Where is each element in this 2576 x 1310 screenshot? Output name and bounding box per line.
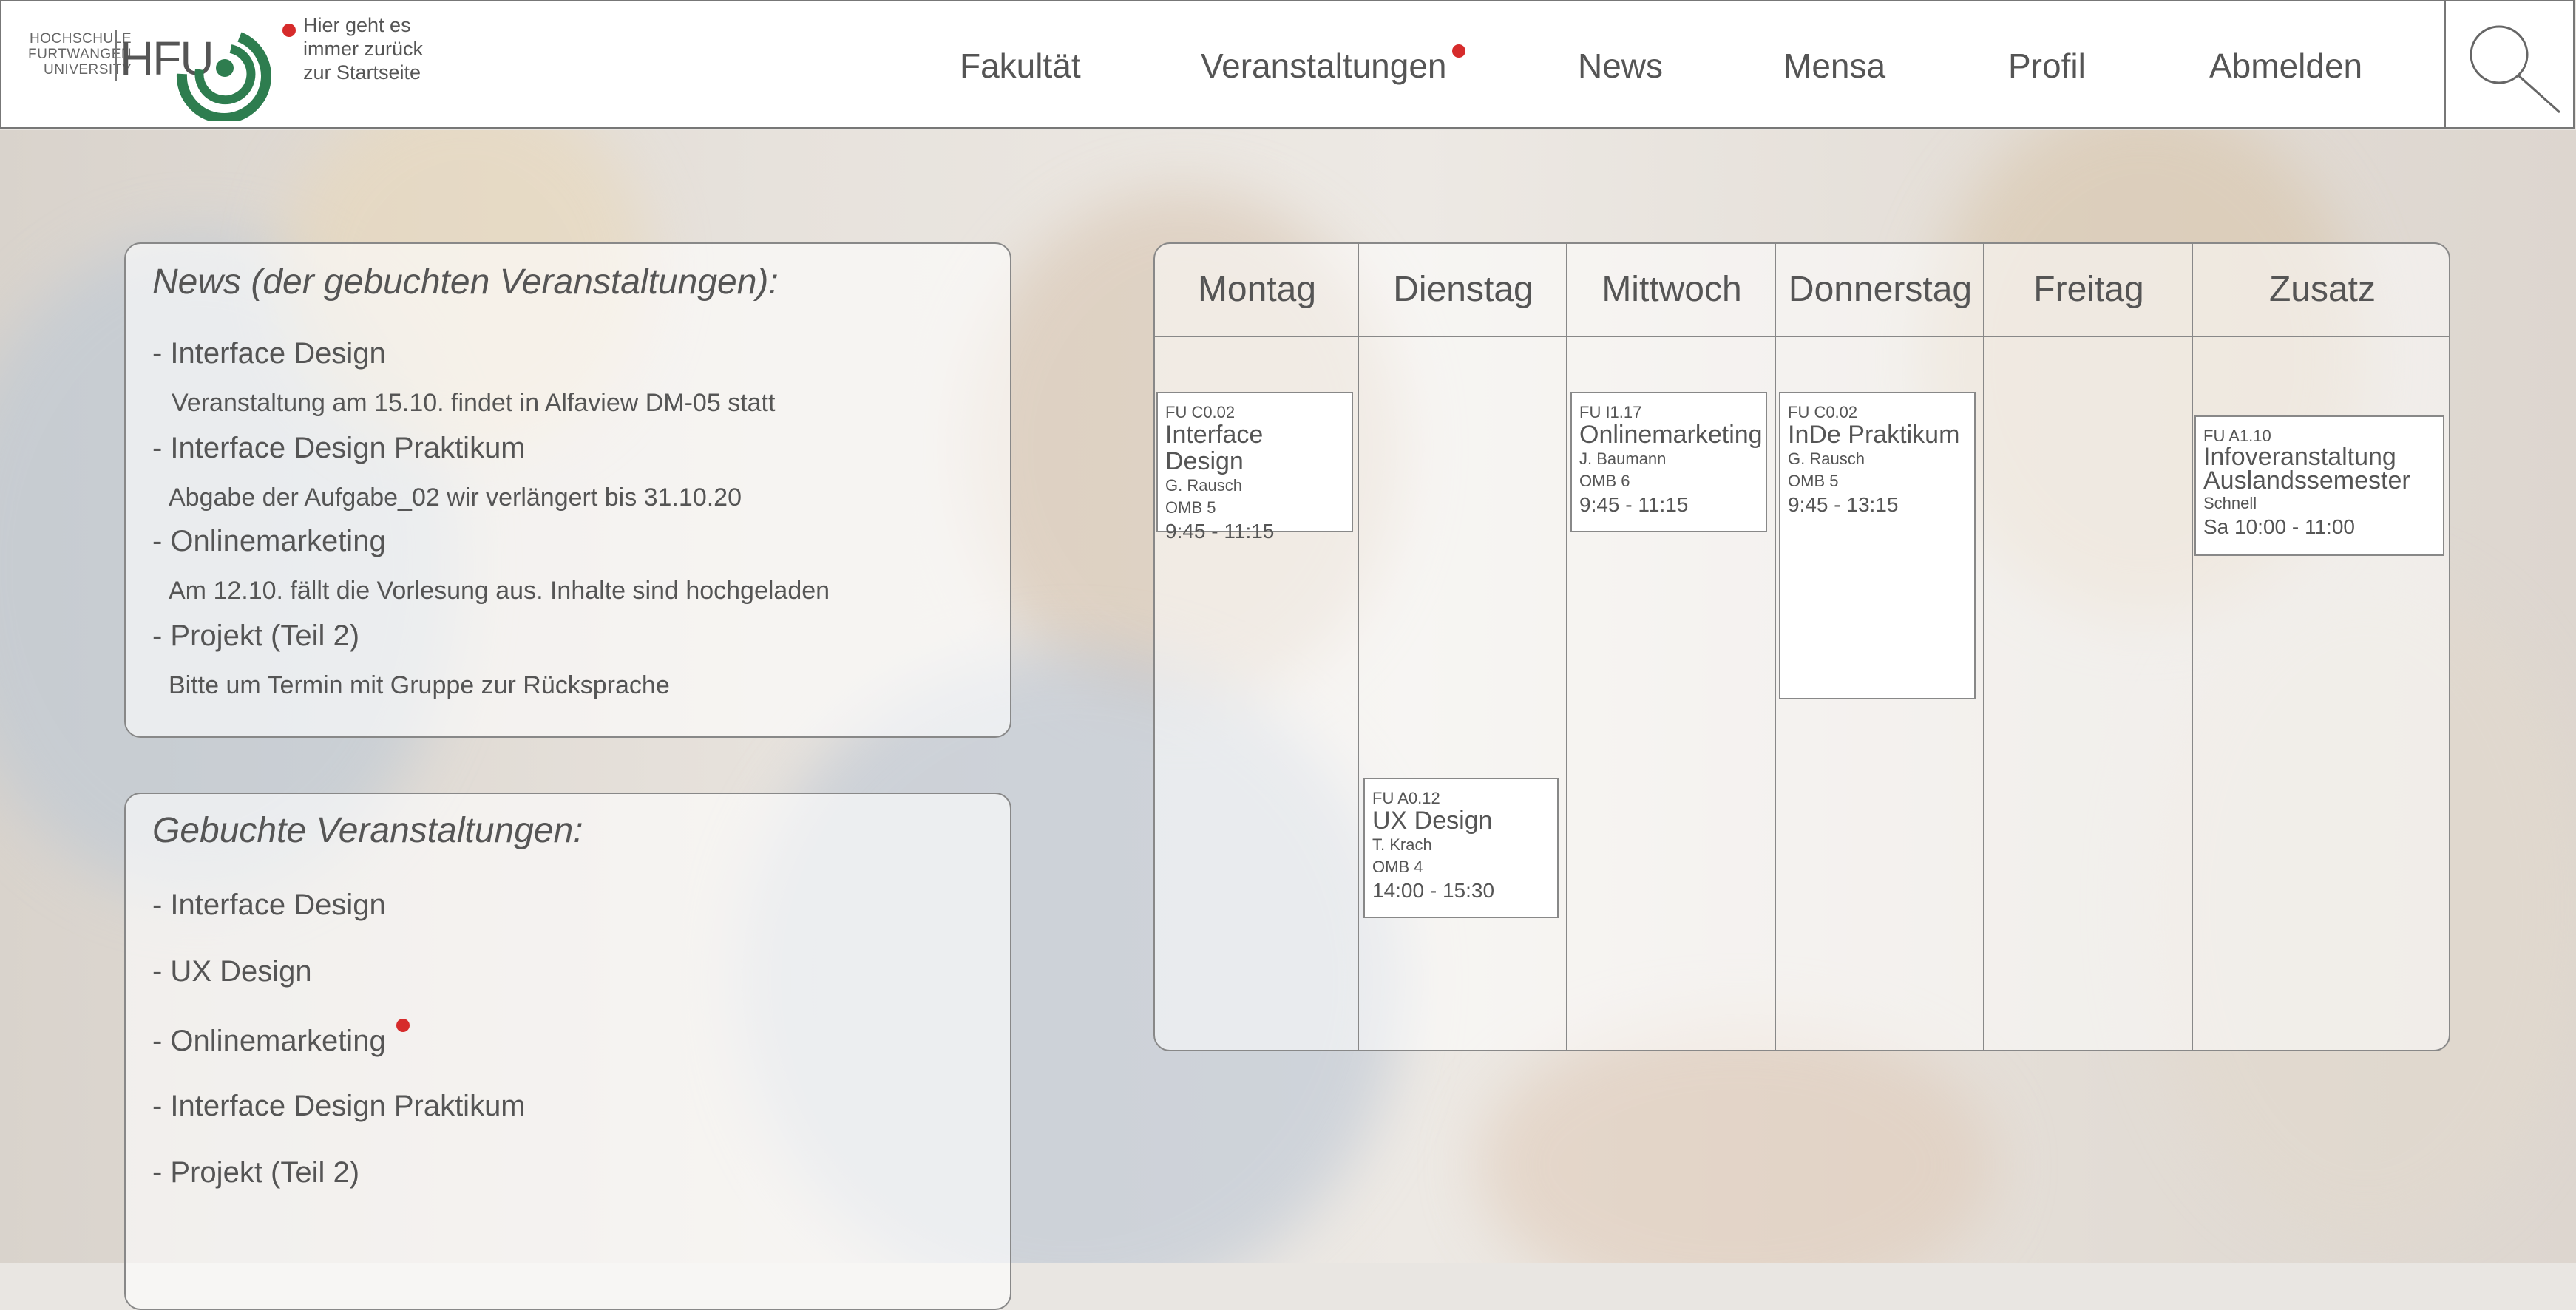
booked-title: Gebuchte Veranstaltungen: <box>152 811 583 850</box>
news-title: News (der gebuchten Veranstaltungen): <box>152 262 779 302</box>
event-time: 14:00 - 15:30 <box>1372 879 1495 902</box>
day-header-donnerstag: Donnerstag <box>1788 270 1973 309</box>
event-lecturer: G. Rausch <box>1788 449 1865 468</box>
nav-fakultaet[interactable]: Fakultät <box>960 46 1081 86</box>
column-divider <box>2192 244 2193 1050</box>
event-title: Interface Design <box>1165 421 1264 475</box>
magnifier-icon <box>2470 25 2560 114</box>
notification-dot <box>396 1019 410 1032</box>
nav-profil[interactable]: Profil <box>2008 46 2086 86</box>
event-lecturer: Schnell <box>2203 494 2257 512</box>
event-lecturer: G. Rausch <box>1165 476 1242 495</box>
logo-swirl-icon <box>176 32 271 121</box>
day-header-montag: Montag <box>1197 270 1317 309</box>
news-panel: News (der gebuchten Veranstaltungen): - … <box>124 242 1011 738</box>
day-header-zusatz: Zusatz <box>2268 270 2376 309</box>
top-navigation-bar: HOCHSCHULE FURTWANGEN UNIVERSITY HFU Hie… <box>0 0 2575 129</box>
event-card[interactable]: FU A0.12 UX Design T. Krach OMB 4 14:00 … <box>1363 778 1559 918</box>
nav-veranstaltungen[interactable]: Veranstaltungen <box>1201 46 1447 86</box>
event-room: FU I1.17 <box>1579 403 1642 421</box>
event-room: FU A0.12 <box>1372 789 1440 807</box>
event-time: 9:45 - 11:15 <box>1165 520 1275 543</box>
day-header-mittwoch: Mittwoch <box>1601 270 1742 309</box>
event-card[interactable]: FU C0.02 InDe Praktikum G. Rausch OMB 5 … <box>1779 392 1976 699</box>
event-title: Onlinemarketing <box>1579 421 1763 449</box>
event-lecturer: J. Baumann <box>1579 449 1667 468</box>
booked-item[interactable]: - UX Design <box>152 955 312 988</box>
event-room: FU C0.02 <box>1788 403 1858 421</box>
event-location: OMB 4 <box>1372 858 1423 876</box>
nav-abmelden[interactable]: Abmelden <box>2209 46 2362 86</box>
event-title: UX Design <box>1372 807 1493 835</box>
booked-courses-panel: Gebuchte Veranstaltungen: - Interface De… <box>124 793 1011 1310</box>
weekly-schedule: Montag Dienstag Mittwoch Donnerstag Frei… <box>1153 242 2450 1051</box>
event-lecturer: T. Krach <box>1372 835 1432 854</box>
notification-dot <box>282 24 296 37</box>
column-divider <box>1775 244 1776 1050</box>
event-location: OMB 5 <box>1788 472 1839 490</box>
nav-news[interactable]: News <box>1578 46 1663 86</box>
booked-item[interactable]: - Interface Design <box>152 889 386 922</box>
event-card[interactable]: FU A1.10 Infoveranstaltung Auslandssemes… <box>2194 415 2444 556</box>
hfu-logo[interactable]: HOCHSCHULE FURTWANGEN UNIVERSITY HFU <box>24 18 297 121</box>
news-item-detail: Abgabe der Aufgabe_02 wir verlängert bis… <box>169 483 742 512</box>
nav-mensa[interactable]: Mensa <box>1783 46 1885 86</box>
event-location: OMB 6 <box>1579 472 1630 490</box>
news-item-label[interactable]: - Interface Design <box>152 337 386 370</box>
news-item-label[interactable]: - Interface Design Praktikum <box>152 432 526 465</box>
event-room: FU C0.02 <box>1165 403 1236 421</box>
booked-item[interactable]: - Interface Design Praktikum <box>152 1090 526 1123</box>
home-hint: Hier geht es immer zurück zur Startseite <box>303 14 424 84</box>
column-divider <box>1566 244 1567 1050</box>
event-location: OMB 5 <box>1165 498 1216 517</box>
event-title: Infoveranstaltung Auslandssemester <box>2203 443 2410 495</box>
booked-item[interactable]: - Onlinemarketing <box>152 1025 386 1058</box>
logo-divider <box>115 30 117 81</box>
notification-dot <box>1452 44 1465 58</box>
event-time: 9:45 - 13:15 <box>1788 493 1899 516</box>
column-divider <box>1983 244 1984 1050</box>
header-divider <box>1155 336 2449 337</box>
news-item-label[interactable]: - Onlinemarketing <box>152 525 386 558</box>
search-button[interactable] <box>2444 1 2576 129</box>
event-time: Sa 10:00 - 11:00 <box>2203 515 2355 538</box>
day-header-dienstag: Dienstag <box>1393 270 1533 309</box>
event-card[interactable]: FU I1.17 Onlinemarketing J. Baumann OMB … <box>1570 392 1767 532</box>
news-item-detail: Am 12.10. fällt die Vorlesung aus. Inhal… <box>169 577 830 605</box>
day-header-freitag: Freitag <box>2033 270 2144 309</box>
event-card[interactable]: FU C0.02 Interface Design G. Rausch OMB … <box>1156 392 1353 543</box>
event-time: 9:45 - 11:15 <box>1579 493 1689 516</box>
news-item-label[interactable]: - Projekt (Teil 2) <box>152 620 359 653</box>
news-item-detail: Bitte um Termin mit Gruppe zur Rücksprac… <box>169 671 670 699</box>
event-title: InDe Praktikum <box>1788 421 1960 449</box>
booked-item[interactable]: - Projekt (Teil 2) <box>152 1156 359 1189</box>
news-item-detail: Veranstaltung am 15.10. findet in Alfavi… <box>172 389 776 417</box>
column-divider <box>1358 244 1359 1050</box>
